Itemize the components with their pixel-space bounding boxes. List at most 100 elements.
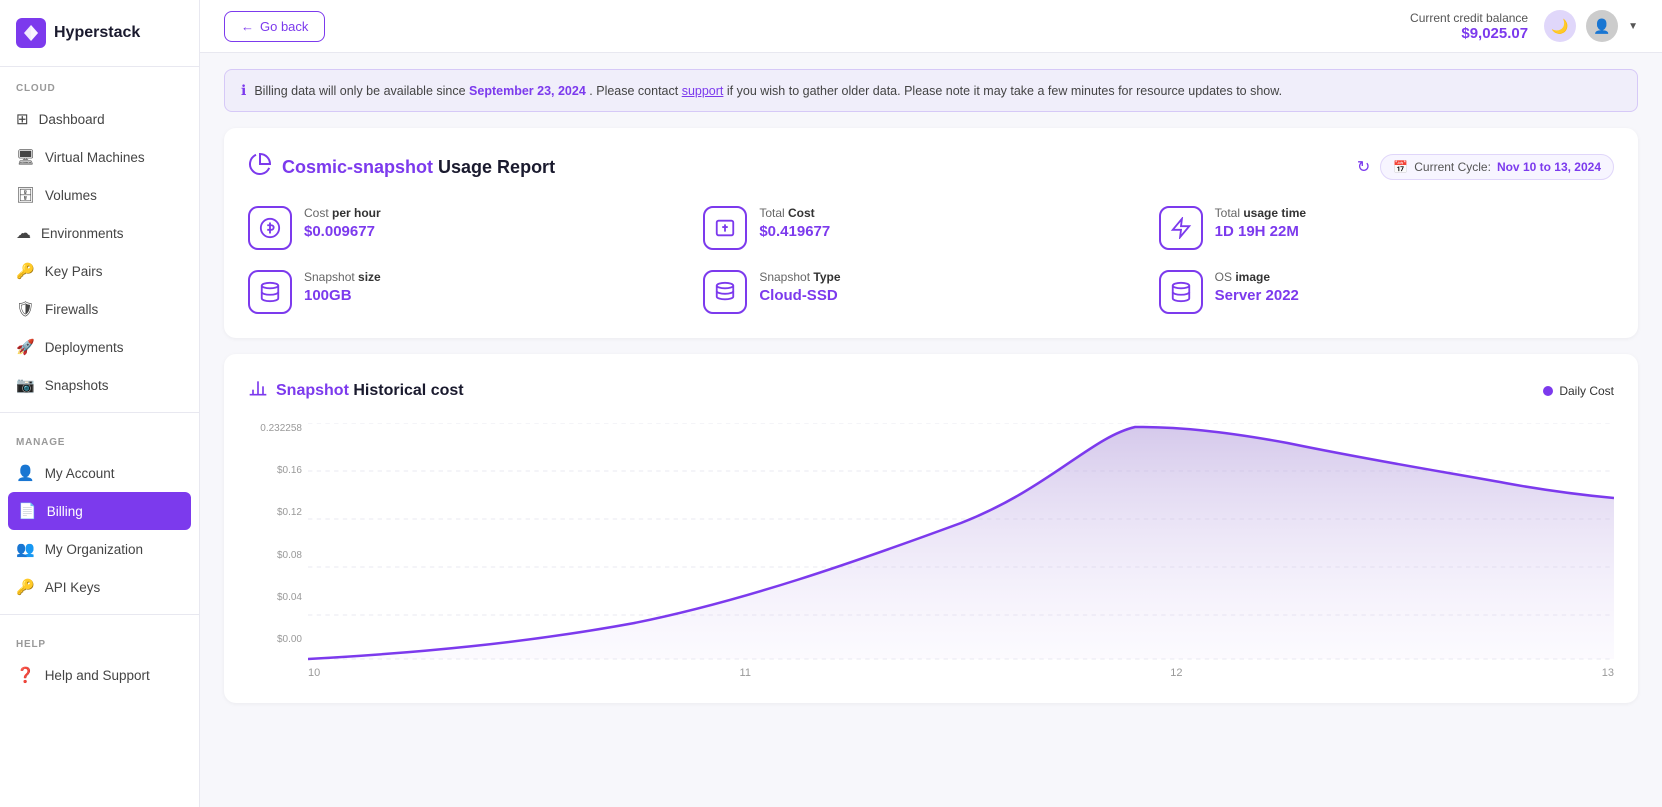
header-right: Current credit balance $9,025.07 🌙 👤 ▼ [1410, 10, 1638, 42]
info-icon: ℹ [241, 82, 246, 99]
sidebar-item-label: Dashboard [39, 112, 105, 127]
usage-report-header: Cosmic-snapshot Usage Report ↻ 📅 Current… [248, 152, 1614, 182]
os-image-info: OS image Server 2022 [1215, 270, 1299, 304]
help-icon: ❓ [16, 666, 35, 684]
chevron-down-icon[interactable]: ▼ [1628, 21, 1638, 32]
os-image-icon [1159, 270, 1203, 314]
sidebar-item-key-pairs[interactable]: 🔑 Key Pairs [0, 252, 199, 290]
stat-snapshot-type: Snapshot Type Cloud-SSD [703, 270, 1158, 314]
chart-container: 0.232258 $0.16 $0.12 $0.08 $0.04 $0.00 [248, 423, 1614, 679]
app-name: Hyperstack [54, 24, 140, 42]
deployments-icon: 🚀 [16, 338, 35, 356]
chart-header: Snapshot Historical cost Daily Cost [248, 378, 1614, 403]
chart-title: Snapshot Historical cost [248, 378, 464, 403]
sidebar-item-label: Volumes [45, 188, 97, 203]
go-back-label: Go back [260, 19, 308, 34]
sidebar-item-label: Deployments [45, 340, 124, 355]
sidebar-item-label: Help and Support [45, 668, 150, 683]
sidebar-item-virtual-machines[interactable]: 🖥 Virtual Machines [0, 138, 199, 176]
y-label-1: $0.16 [248, 465, 302, 476]
credit-balance: Current credit balance $9,025.07 [1410, 11, 1528, 42]
chart-svg [308, 423, 1614, 663]
chart-legend: Daily Cost [1543, 384, 1614, 398]
billing-icon: 📄 [18, 502, 37, 520]
environments-icon: ☁ [16, 224, 31, 242]
sidebar-divider-2 [0, 614, 199, 615]
info-banner: ℹ Billing data will only be available si… [224, 69, 1638, 112]
stat-usage-time: Total usage time 1D 19H 22M [1159, 206, 1614, 250]
snapshots-icon: 📷 [16, 376, 35, 394]
sidebar-item-label: Environments [41, 226, 124, 241]
chart-with-yaxis: 0.232258 $0.16 $0.12 $0.08 $0.04 $0.00 [248, 423, 1614, 663]
chart-svg-container [308, 423, 1614, 663]
chart-icon [248, 378, 268, 403]
snapshot-type-icon [703, 270, 747, 314]
cycle-dates: Nov 10 to 13, 2024 [1497, 160, 1601, 174]
y-axis: 0.232258 $0.16 $0.12 $0.08 $0.04 $0.00 [248, 423, 308, 663]
x-label-12: 12 [1170, 667, 1182, 679]
y-label-top: 0.232258 [248, 423, 302, 434]
usage-report-title: Cosmic-snapshot Usage Report [248, 152, 555, 182]
x-label-11: 11 [740, 667, 751, 679]
cost-per-hour-value: $0.009677 [304, 223, 381, 240]
y-label-bottom: $0.00 [248, 634, 302, 645]
go-back-button[interactable]: ← Go back [224, 11, 325, 42]
cloud-section-label: CLOUD [0, 67, 199, 100]
sidebar-item-label: My Organization [45, 542, 143, 557]
sidebar-item-billing[interactable]: 📄 Billing [8, 492, 191, 530]
logo: Hyperstack [0, 0, 199, 67]
sidebar-divider-1 [0, 412, 199, 413]
api-keys-icon: 🔑 [16, 578, 35, 596]
sidebar-item-label: Virtual Machines [45, 150, 145, 165]
theme-toggle-button[interactable]: 🌙 [1544, 10, 1576, 42]
stat-snapshot-size: Snapshot size 100GB [248, 270, 703, 314]
sidebar: Hyperstack CLOUD ⊞ Dashboard 🖥 Virtual M… [0, 0, 200, 807]
firewalls-icon: 🛡 [16, 300, 35, 318]
legend-dot [1543, 386, 1553, 396]
sidebar-item-firewalls[interactable]: 🛡 Firewalls [0, 290, 199, 328]
my-organization-icon: 👥 [16, 540, 35, 558]
usage-report-card: Cosmic-snapshot Usage Report ↻ 📅 Current… [224, 128, 1638, 338]
dashboard-icon: ⊞ [16, 110, 29, 128]
snapshot-size-value: 100GB [304, 287, 381, 304]
y-label-3: $0.08 [248, 550, 302, 561]
banner-text: Billing data will only be available sinc… [254, 84, 1282, 98]
sidebar-item-help-and-support[interactable]: ❓ Help and Support [0, 656, 199, 694]
y-label-4: $0.04 [248, 592, 302, 603]
usage-time-info: Total usage time 1D 19H 22M [1215, 206, 1306, 240]
banner-date: September 23, 2024 [469, 84, 586, 98]
support-link[interactable]: support [682, 84, 724, 98]
main-content: ← Go back Current credit balance $9,025.… [200, 0, 1662, 807]
sidebar-item-snapshots[interactable]: 📷 Snapshots [0, 366, 199, 404]
help-section-label: HELP [0, 623, 199, 656]
stat-total-cost: Total Cost $0.419677 [703, 206, 1158, 250]
arrow-left-icon: ← [241, 19, 254, 34]
sidebar-item-label: Billing [47, 504, 83, 519]
volumes-icon: 🗄 [16, 186, 35, 204]
sidebar-item-my-account[interactable]: 👤 My Account [0, 454, 199, 492]
my-account-icon: 👤 [16, 464, 35, 482]
sidebar-item-my-organization[interactable]: 👥 My Organization [0, 530, 199, 568]
usage-time-value: 1D 19H 22M [1215, 223, 1306, 240]
x-label-13: 13 [1602, 667, 1614, 679]
header-icons: 🌙 👤 ▼ [1544, 10, 1638, 42]
snapshot-name: Cosmic-snapshot [282, 157, 433, 177]
sidebar-item-deployments[interactable]: 🚀 Deployments [0, 328, 199, 366]
user-avatar[interactable]: 👤 [1586, 10, 1618, 42]
historical-cost-card: Snapshot Historical cost Daily Cost 0.23… [224, 354, 1638, 703]
sidebar-item-dashboard[interactable]: ⊞ Dashboard [0, 100, 199, 138]
refresh-icon[interactable]: ↻ [1357, 157, 1370, 177]
usage-report-icon [248, 152, 272, 182]
total-cost-icon [703, 206, 747, 250]
sidebar-item-environments[interactable]: ☁ Environments [0, 214, 199, 252]
sidebar-item-label: Key Pairs [45, 264, 103, 279]
sidebar-item-label: My Account [45, 466, 115, 481]
x-axis: 10 11 12 13 [248, 667, 1614, 679]
chart-area-fill [308, 427, 1614, 659]
sidebar-item-label: API Keys [45, 580, 101, 595]
cost-per-hour-info: Cost per hour $0.009677 [304, 206, 381, 240]
sidebar-item-api-keys[interactable]: 🔑 API Keys [0, 568, 199, 606]
sidebar-item-volumes[interactable]: 🗄 Volumes [0, 176, 199, 214]
usage-time-icon [1159, 206, 1203, 250]
cost-icon [248, 206, 292, 250]
